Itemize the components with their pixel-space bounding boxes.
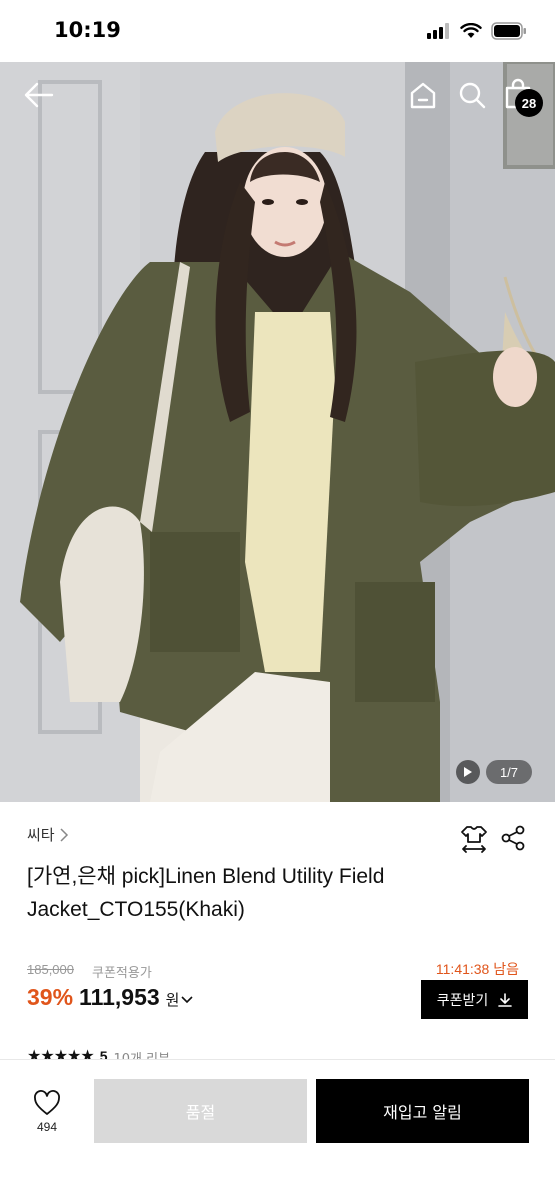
- search-icon[interactable]: [457, 80, 487, 110]
- coupon-download-button[interactable]: 쿠폰받기: [421, 980, 528, 1019]
- brand-name: 씨타: [27, 826, 55, 844]
- sale-timer: 11:41:38 남음: [435, 961, 519, 977]
- price-row: 39% 111,953 원: [27, 984, 194, 1011]
- wishlist-button[interactable]: 494: [18, 1090, 76, 1150]
- currency-label: 원: [165, 992, 180, 1009]
- product-title: [가연,은채 pick]Linen Blend Utility Field Ja…: [27, 865, 385, 921]
- wishlist-count: 494: [36, 1120, 58, 1134]
- status-icons: [427, 22, 527, 40]
- restock-alert-button[interactable]: 재입고 알림: [316, 1079, 529, 1143]
- brand-link[interactable]: 씨타: [27, 824, 69, 845]
- size-guide-icon[interactable]: [460, 824, 488, 854]
- status-time: 10:19: [54, 18, 121, 42]
- discount-rate: 39%: [27, 984, 74, 1010]
- original-price: 185,000: [27, 962, 74, 977]
- share-icon[interactable]: [500, 825, 526, 851]
- product-image-gallery[interactable]: 28 1/7: [0, 62, 555, 802]
- image-page-indicator: 1/7: [486, 760, 532, 784]
- play-icon: [464, 767, 472, 777]
- bottom-action-bar: 494 품절 재입고 알림: [0, 1059, 555, 1200]
- home-icon[interactable]: [408, 80, 438, 110]
- cart-count-badge: 28: [515, 89, 543, 117]
- signal-icon: [427, 23, 449, 39]
- price-detail-toggle[interactable]: 원: [166, 989, 194, 1010]
- chevron-down-icon: [181, 995, 194, 1003]
- wifi-icon: [460, 23, 482, 38]
- coupon-price-note: 쿠폰적용가: [92, 966, 152, 981]
- play-button[interactable]: [456, 760, 480, 784]
- chevron-right-icon: [60, 827, 68, 842]
- coupon-button-label: 쿠폰받기: [436, 992, 489, 1009]
- soldout-button: 품절: [94, 1079, 307, 1143]
- product-photo: [0, 62, 555, 802]
- sale-price: 111,953: [79, 984, 160, 1010]
- download-icon: [498, 992, 513, 1007]
- status-bar: 10:19: [0, 0, 555, 62]
- battery-icon: [491, 22, 526, 40]
- heart-icon: [34, 1090, 60, 1115]
- back-arrow-icon[interactable]: [22, 80, 56, 110]
